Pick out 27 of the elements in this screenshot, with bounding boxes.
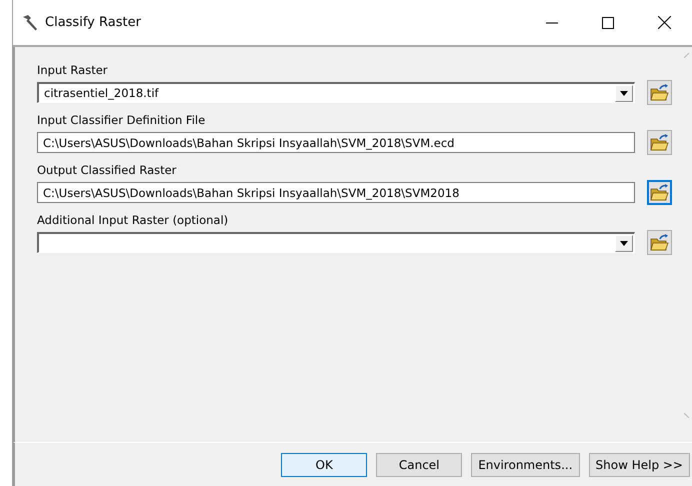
maximize-icon [602,16,614,28]
field-label: Input Raster [37,63,109,77]
open-folder-icon [650,84,669,101]
open-folder-icon [650,234,669,251]
dropdown-field[interactable] [37,232,635,253]
browse-button[interactable] [647,80,672,105]
dialog-button[interactable]: Show Help >> [588,452,690,476]
browse-button[interactable] [647,230,672,255]
close-icon [658,16,670,29]
open-folder-icon [650,134,669,151]
field-label: Input Classifier Definition File [37,113,206,127]
browse-button[interactable] [647,180,672,205]
dropdown-arrow-icon [620,90,628,96]
hammer-icon [21,14,39,32]
window-title: Classify Raster [45,15,142,30]
field-label: Additional Input Raster (optional) [37,213,230,227]
input-field[interactable]: C:\Users\ASUS\Downloads\Bahan Skripsi Insyaallah\SVM_2018\SVM.ecd [37,132,635,153]
open-folder-icon [650,184,669,201]
browse-button[interactable] [647,130,672,155]
field-label: Output Classified Raster [37,163,178,177]
dropdown-field[interactable]: citrasentiel_2018.tif [37,82,635,103]
input-field[interactable]: C:\Users\ASUS\Downloads\Bahan Skripsi Insyaallah\SVM_2018\SVM2018 [37,182,635,203]
dialog-button[interactable]: OK [281,452,368,476]
dialog-button[interactable]: Environments... [471,452,580,476]
minimize-icon [546,22,558,24]
dropdown-arrow-icon [620,240,628,246]
dialog-button[interactable]: Cancel [376,452,462,476]
